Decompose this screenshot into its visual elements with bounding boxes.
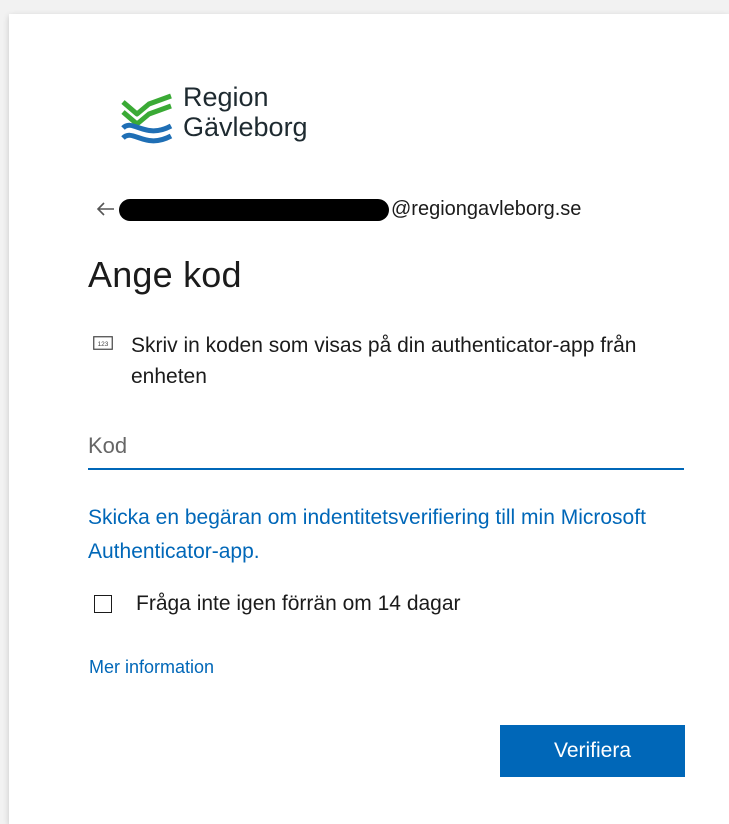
email-domain: @regiongavleborg.se (391, 198, 582, 220)
region-gavleborg-logo: Region Gävleborg (119, 82, 379, 162)
region-gavleborg-logo-mark (121, 93, 173, 144)
svg-text:123: 123 (98, 341, 109, 348)
code-input[interactable] (88, 424, 684, 470)
dont-ask-again-checkbox[interactable] (94, 595, 112, 613)
redacted-username (119, 199, 389, 221)
more-information-link[interactable]: Mer information (89, 657, 214, 678)
instruction-text: Skriv in koden som visas på din authenti… (131, 334, 637, 388)
page-title: Ange kod (88, 254, 242, 295)
logo-line-1: Region (183, 82, 269, 112)
sign-in-card: Region Gävleborg @regiongavleborg.se Ang… (9, 14, 729, 824)
logo-wordmark: Region Gävleborg (183, 82, 308, 142)
dont-ask-again-label[interactable]: Fråga inte igen förrän om 14 dagar (136, 592, 461, 616)
remember-row: Fråga inte igen förrän om 14 dagar (94, 592, 694, 620)
arrow-left-icon[interactable] (95, 198, 117, 220)
numeric-keypad-icon: 123 (93, 336, 113, 350)
verify-button[interactable]: Verifiera (500, 725, 685, 777)
identity-row: @regiongavleborg.se (89, 194, 689, 224)
send-authenticator-request-link[interactable]: Skicka en begäran om indentitetsverifier… (88, 501, 688, 569)
logo-line-2: Gävleborg (183, 112, 308, 142)
